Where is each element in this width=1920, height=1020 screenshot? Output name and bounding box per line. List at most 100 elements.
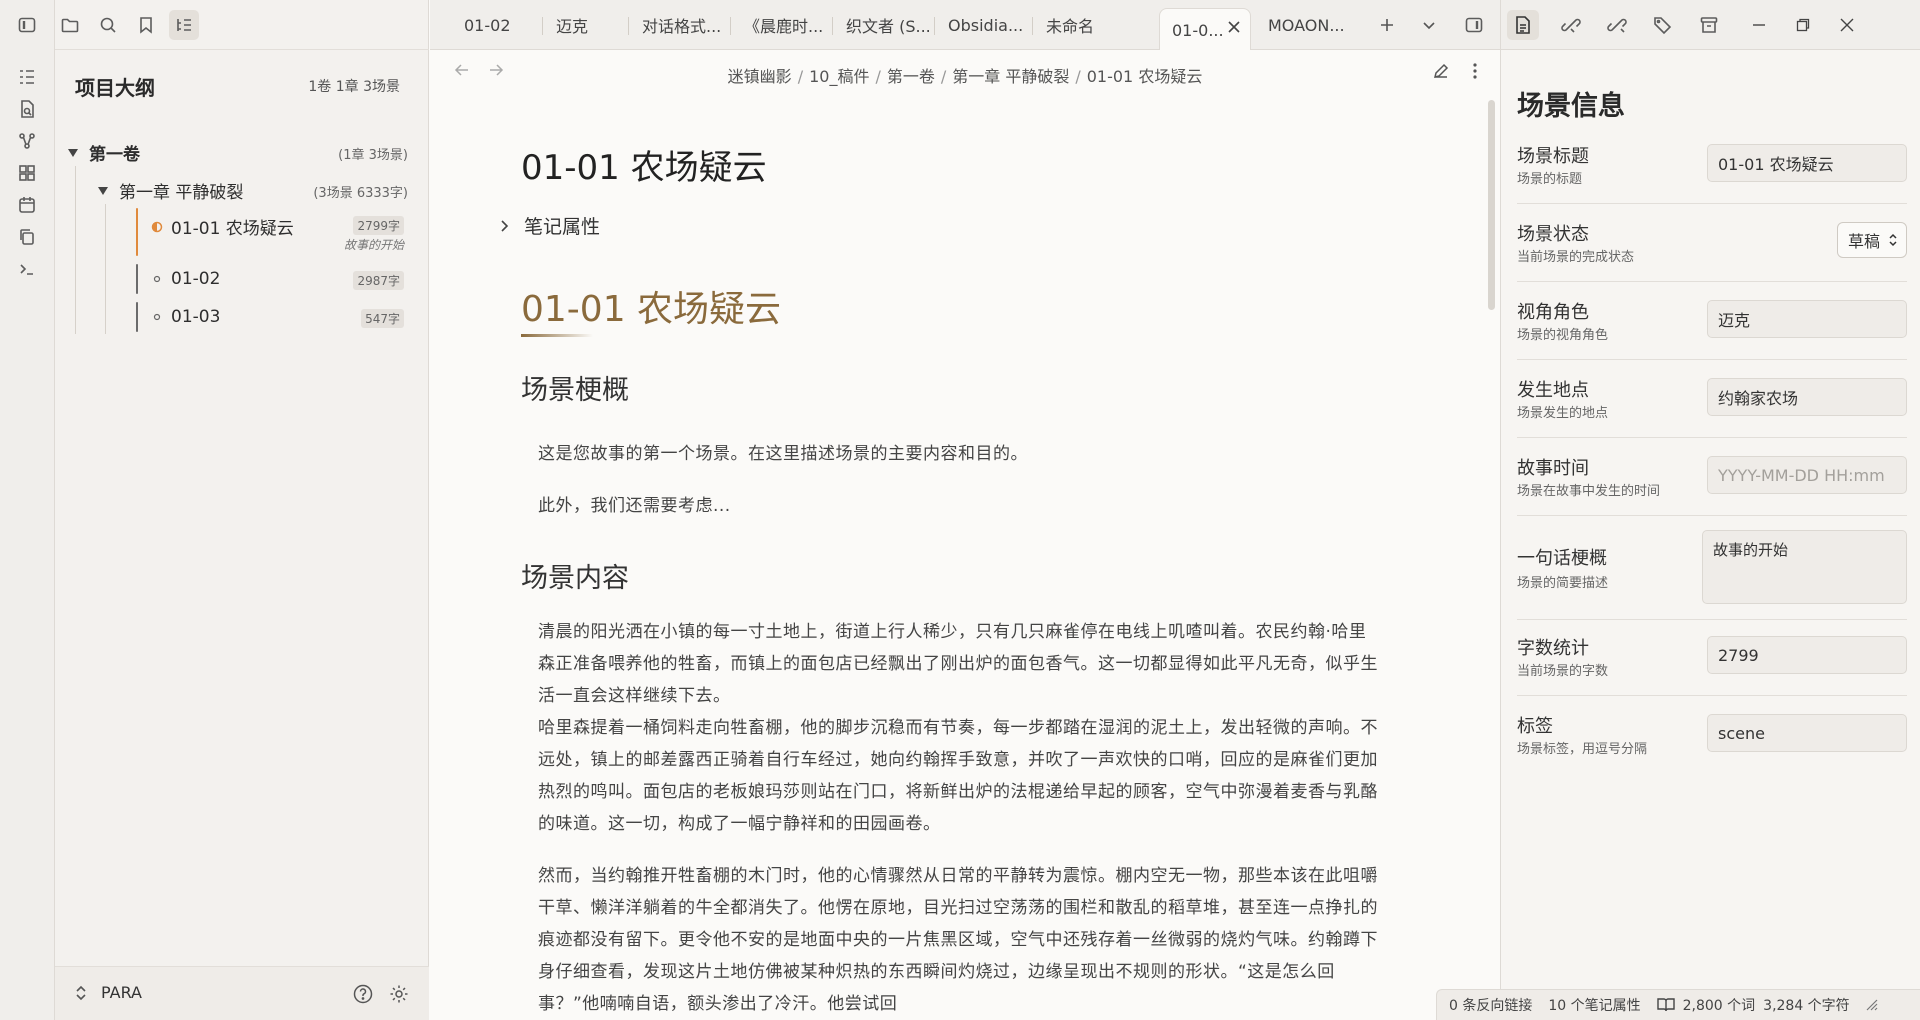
word-count-badge: 2987字 — [353, 271, 404, 290]
scene-label: 01-02 — [171, 269, 221, 289]
help-icon[interactable] — [349, 980, 377, 1008]
scene-item[interactable]: 01-02 — [151, 269, 220, 289]
scene-status-select[interactable]: 草稿 — [1836, 222, 1907, 258]
word-count-input[interactable]: 2799 — [1707, 636, 1907, 674]
pov-character-input[interactable]: 迈克 — [1707, 300, 1907, 338]
copy-icon[interactable] — [12, 222, 42, 252]
word-count: 2,800 个词 — [1682, 998, 1756, 1014]
more-options-icon[interactable] — [1464, 60, 1486, 82]
outline-list-icon[interactable] — [12, 62, 42, 92]
book-icon[interactable] — [1656, 997, 1675, 1013]
tab-divider — [730, 17, 731, 35]
breadcrumb-item[interactable]: 第一卷 — [887, 67, 935, 86]
archive-icon[interactable] — [1693, 10, 1725, 40]
status-bar: 0 条反向链接 10 个笔记属性 2,800 个词 3,284 个字符 — [1436, 989, 1920, 1020]
tags-icon[interactable] — [1647, 10, 1679, 40]
right-sidebar-toggle-icon[interactable] — [1460, 11, 1488, 39]
breadcrumb-item[interactable]: 01-01 农场疑云 — [1087, 67, 1203, 86]
tab-divider — [542, 17, 543, 35]
tab-label: 01-0... — [1172, 20, 1224, 40]
logline-textarea[interactable]: 故事的开始 — [1702, 530, 1907, 604]
sidebar-header — [55, 0, 429, 50]
folder-icon[interactable] — [55, 10, 85, 40]
gear-icon[interactable] — [385, 980, 413, 1008]
tab[interactable]: 未命名 — [1034, 8, 1128, 42]
terminal-icon[interactable] — [12, 254, 42, 284]
outline-view-icon[interactable] — [169, 10, 199, 40]
scene-indicator — [136, 264, 138, 294]
breadcrumb-item[interactable]: 第一章 平静破裂 — [952, 67, 1069, 86]
scene-label: 01-01 农场疑云 — [171, 219, 294, 239]
story-time-input[interactable]: YYYY-MM-DD HH:mm — [1707, 456, 1907, 494]
inline-title[interactable]: 01-01 农场疑云 — [521, 140, 767, 189]
volume-meta: (1章 3场景) — [338, 148, 408, 163]
left-sidebar: 项目大纲 1卷 1章 3场景 第一卷 (1章 3场景) 第一章 平静破裂 (3场… — [55, 0, 429, 1020]
search-icon[interactable] — [93, 10, 123, 40]
backlinks-count[interactable]: 0 条反向链接 — [1449, 995, 1532, 1015]
link-in-icon[interactable] — [1555, 10, 1587, 40]
tab[interactable]: MOAON... — [1256, 8, 1350, 42]
new-tab-icon[interactable] — [1374, 12, 1400, 38]
breadcrumb-item[interactable]: 10_稿件 — [809, 67, 869, 86]
restore-window-icon[interactable] — [1787, 10, 1819, 40]
tab[interactable]: 《晨鹿时... — [732, 8, 832, 42]
field-description: 场景的视角角色 — [1517, 328, 1609, 343]
graph-icon[interactable] — [12, 126, 42, 156]
field-label: 发生地点 — [1517, 380, 1589, 401]
field-description: 场景在故事中发生的时间 — [1517, 484, 1661, 499]
tab[interactable]: 01-02 — [452, 8, 542, 42]
field-description: 场景的标题 — [1517, 172, 1583, 187]
caret-down-icon[interactable] — [65, 145, 81, 161]
breadcrumb: 迷镇幽影/10_稿件 / 第一卷 / 第一章 平静破裂/01-01 农场疑云 — [727, 67, 1203, 86]
vault-switcher-bar: PARA — [55, 966, 429, 1020]
chevron-right-icon — [500, 219, 520, 232]
field-description: 当前场景的完成状态 — [1517, 250, 1635, 265]
link-out-icon[interactable] — [1601, 10, 1633, 40]
location-input[interactable]: 约翰家农场 — [1707, 378, 1907, 416]
file-search-icon[interactable] — [12, 94, 42, 124]
tab[interactable]: 对话格式... — [630, 8, 730, 42]
vault-switcher[interactable]: PARA — [75, 983, 142, 1002]
edit-pencil-icon[interactable] — [1430, 60, 1452, 82]
ribbon — [0, 0, 55, 1020]
char-count: 3,284 个字符 — [1763, 998, 1850, 1014]
scrollbar[interactable] — [1488, 100, 1495, 310]
tags-input[interactable]: scene — [1707, 714, 1907, 752]
field-label: 字数统计 — [1517, 638, 1589, 659]
calendar-icon[interactable] — [12, 190, 42, 220]
scene-indicator — [136, 302, 138, 332]
field-description: 场景发生的地点 — [1517, 406, 1609, 421]
tab[interactable]: 迈克 — [544, 8, 628, 42]
paragraph: 然而，当约翰推开牲畜棚的木门时，他的心情骤然从日常的平静转为震惊。棚内空无一物，… — [538, 866, 1378, 1014]
close-tab-icon[interactable] — [1226, 19, 1242, 35]
scene-item[interactable]: 01-03 — [151, 307, 220, 327]
tab-divider — [1032, 17, 1033, 35]
volume-label: 第一卷 — [89, 145, 140, 165]
sidebar-toggle-icon[interactable] — [12, 10, 42, 40]
tab[interactable]: Obsidia... — [936, 8, 1032, 42]
caret-down-icon[interactable] — [95, 183, 111, 199]
chapter-meta: (3场景 6333字) — [313, 186, 408, 201]
file-info-icon[interactable] — [1507, 10, 1539, 40]
scene-item[interactable]: 01-01 农场疑云 — [151, 214, 294, 239]
empty-circle-icon — [151, 311, 171, 323]
bookmark-icon[interactable] — [131, 10, 161, 40]
tree-chapter[interactable]: 第一章 平静破裂 — [95, 178, 243, 203]
tree-volume[interactable]: 第一卷 — [65, 140, 140, 165]
chevron-down-icon[interactable] — [1416, 12, 1442, 38]
minimize-icon[interactable] — [1743, 10, 1775, 40]
properties-toggle[interactable]: 笔记属性 — [500, 212, 600, 239]
resize-handle-icon[interactable] — [1866, 999, 1878, 1011]
canvas-grid-icon[interactable] — [12, 158, 42, 188]
close-window-icon[interactable] — [1831, 10, 1863, 40]
field-description: 当前场景的字数 — [1517, 664, 1609, 679]
properties-count[interactable]: 10 个笔记属性 — [1548, 995, 1640, 1015]
breadcrumb-item[interactable]: 迷镇幽影 — [728, 67, 792, 86]
tab[interactable]: 织文者 (S... — [834, 8, 934, 42]
field-label: 故事时间 — [1517, 458, 1589, 479]
paragraph: 这是您故事的第一个场景。在这里描述场景的主要内容和目的。 — [538, 444, 1028, 464]
chevron-updown-icon — [1888, 233, 1898, 247]
paragraph: 哈里森提着一桶饲料走向牲畜棚，他的脚步沉稳而有节奏，每一步都踏在湿润的泥土上，发… — [538, 718, 1378, 834]
scene-title-input[interactable]: 01-01 农场疑云 — [1707, 144, 1907, 182]
half-circle-icon — [151, 221, 171, 233]
